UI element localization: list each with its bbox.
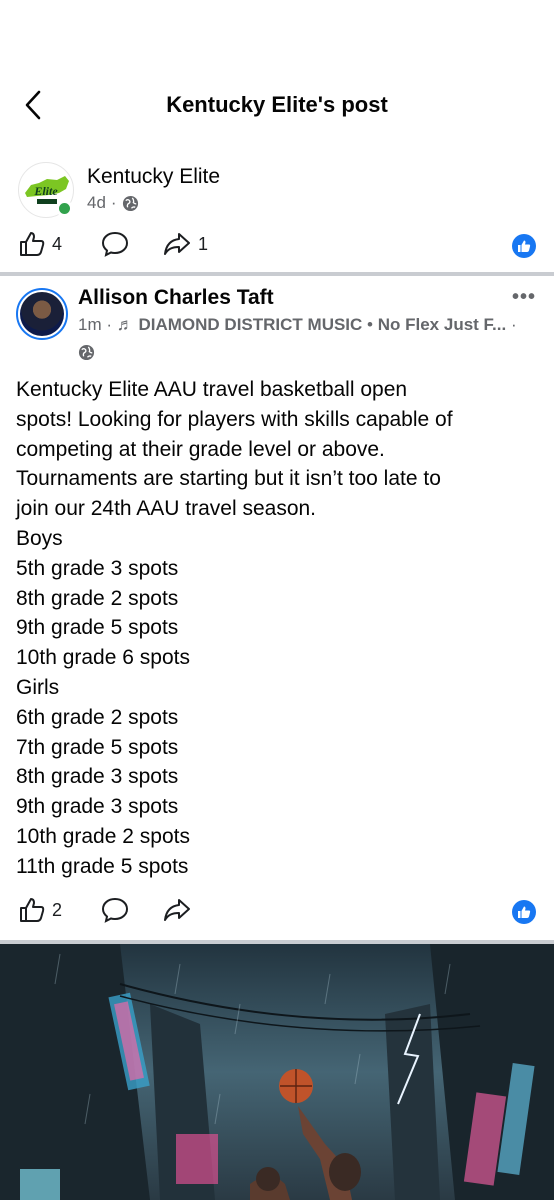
post-line: 8th grade 2 spots <box>16 586 179 610</box>
more-options-icon: ••• <box>511 286 536 308</box>
thumbs-up-icon <box>20 898 45 922</box>
author-photo <box>20 292 64 336</box>
post-line: 9th grade 3 spots <box>16 795 179 819</box>
music-label[interactable]: DIAMOND DISTRICT MUSIC <box>138 315 362 334</box>
post-line: 10th grade 2 spots <box>16 824 190 848</box>
shared-post-time: 1m <box>78 315 102 334</box>
share-icon <box>164 899 190 921</box>
post-line: 8th grade 3 spots <box>16 765 179 789</box>
post-line: 9th grade 5 spots <box>16 616 179 640</box>
comment-icon <box>101 231 129 257</box>
page-post-meta: 4d · <box>87 192 139 214</box>
post-line: competing at their grade level or above. <box>16 437 385 461</box>
post-line: 6th grade 2 spots <box>16 705 179 729</box>
post-line: Kentucky Elite AAU travel basketball ope… <box>16 378 408 401</box>
shared-post: Allison Charles Taft ••• 1m · ♬ DIAMOND … <box>0 276 554 940</box>
thumbs-up-icon <box>20 232 45 256</box>
post-time: 4d <box>87 193 106 212</box>
post-line: 11th grade 5 spots <box>16 854 189 878</box>
like-count: 2 <box>52 899 63 920</box>
comment-button[interactable] <box>100 896 130 924</box>
page-post: Elite Kentucky Elite 4d · 4 1 <box>0 150 554 272</box>
share-button[interactable]: 1 <box>162 230 208 258</box>
post-body-text: Kentucky Elite AAU travel basketball ope… <box>16 375 541 882</box>
comment-icon <box>101 897 129 923</box>
post-line: join our 24th AAU travel season. <box>16 497 317 521</box>
online-status-dot <box>56 200 73 217</box>
globe-icon <box>122 195 138 211</box>
like-count: 4 <box>52 233 63 254</box>
post-header: Kentucky Elite's post <box>0 60 554 150</box>
page-post-actions: 4 1 <box>0 224 554 264</box>
like-reaction-icon <box>518 906 531 918</box>
post-line: spots! Looking for players with skills c… <box>16 407 453 431</box>
post-line: 5th grade 3 spots <box>16 556 179 580</box>
post-line: 7th grade 5 spots <box>16 735 179 759</box>
author-avatar[interactable] <box>16 288 68 340</box>
like-button[interactable]: 4 <box>18 230 62 258</box>
comment-button[interactable] <box>100 230 130 258</box>
next-post-image[interactable] <box>0 944 554 1200</box>
logo-text: Elite <box>33 184 58 198</box>
basketball-scene-illustration <box>0 944 554 1200</box>
like-reaction-icon <box>518 240 531 252</box>
like-reaction-badge[interactable] <box>512 900 536 924</box>
author-name[interactable]: Allison Charles Taft <box>78 285 274 311</box>
shared-post-actions: 2 <box>0 892 554 932</box>
post-line: Girls <box>16 675 60 699</box>
globe-icon <box>78 344 95 361</box>
page-title: Kentucky Elite's post <box>166 92 388 117</box>
page-author-name[interactable]: Kentucky Elite <box>87 164 220 190</box>
more-options-button[interactable]: ••• <box>512 286 536 309</box>
post-line: Boys <box>16 526 63 550</box>
music-note-icon: ♬ <box>116 315 134 334</box>
shared-post-meta: 1m · ♬ DIAMOND DISTRICT MUSIC • No Flex … <box>78 311 518 367</box>
like-reaction-badge[interactable] <box>512 234 536 258</box>
like-button[interactable]: 2 <box>18 896 62 924</box>
share-count: 1 <box>198 233 209 254</box>
post-line: Tournaments are starting but it isn’t to… <box>16 467 441 491</box>
share-icon <box>164 233 190 255</box>
song-title[interactable]: No Flex Just F... <box>378 315 506 334</box>
post-line: 10th grade 6 spots <box>16 646 190 670</box>
share-button[interactable] <box>162 896 192 924</box>
